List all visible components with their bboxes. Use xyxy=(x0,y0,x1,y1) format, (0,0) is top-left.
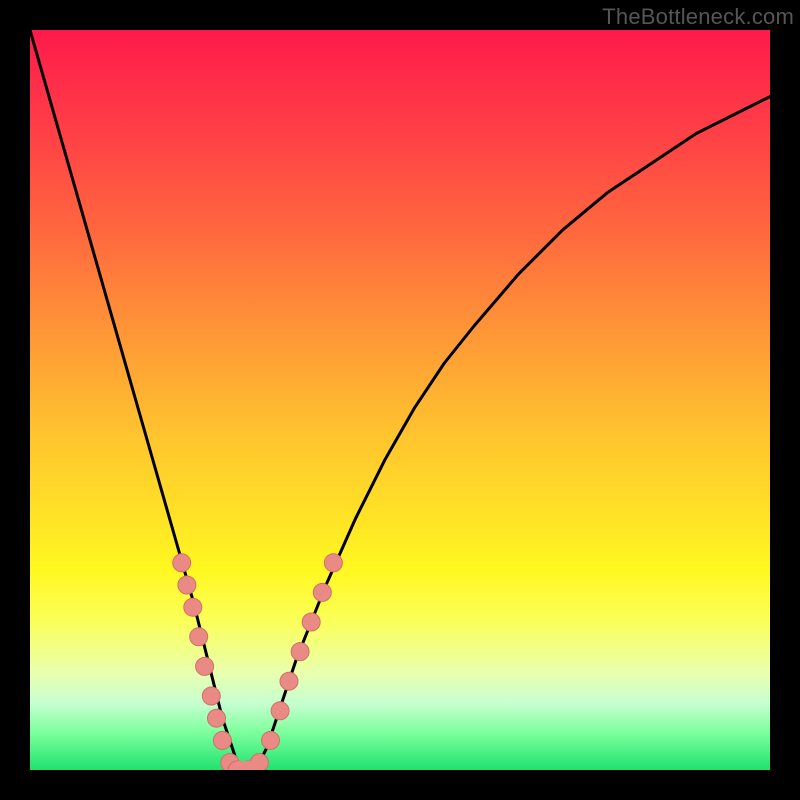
curve-marker xyxy=(313,583,331,601)
curve-marker xyxy=(262,731,280,749)
curve-marker xyxy=(208,709,226,727)
curve-marker xyxy=(302,613,320,631)
curve-marker xyxy=(324,554,342,572)
curve-marker xyxy=(213,731,231,749)
watermark-text: TheBottleneck.com xyxy=(602,4,794,30)
valley-connector xyxy=(230,761,260,770)
plot-area xyxy=(30,30,770,770)
curve-marker xyxy=(190,628,208,646)
curve-marker xyxy=(271,702,289,720)
curve-marker xyxy=(280,672,298,690)
bottleneck-curve-svg xyxy=(30,30,770,770)
chart-frame: TheBottleneck.com xyxy=(0,0,800,800)
curve-marker xyxy=(291,643,309,661)
curve-marker xyxy=(202,687,220,705)
bottleneck-curve xyxy=(30,30,770,770)
curve-marker xyxy=(196,657,214,675)
curve-marker xyxy=(178,576,196,594)
curve-marker xyxy=(184,598,202,616)
curve-marker xyxy=(173,554,191,572)
